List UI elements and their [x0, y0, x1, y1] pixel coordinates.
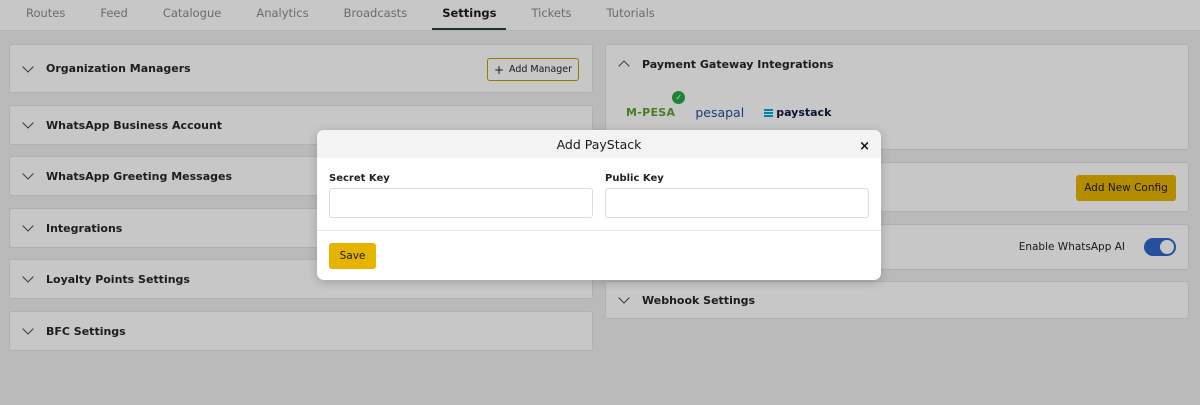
public-key-input[interactable] — [605, 188, 869, 218]
secret-key-label: Secret Key — [329, 173, 390, 184]
public-key-label: Public Key — [605, 173, 664, 184]
modal-title: Add PayStack — [556, 136, 642, 152]
modal-divider — [317, 230, 881, 231]
save-button[interactable]: Save — [329, 243, 376, 269]
close-icon[interactable]: × — [859, 140, 870, 153]
add-paystack-modal: Add PayStack × Secret Key Public Key Sav… — [317, 130, 881, 280]
secret-key-input[interactable] — [329, 188, 593, 218]
modal-header: Add PayStack × — [317, 130, 881, 158]
